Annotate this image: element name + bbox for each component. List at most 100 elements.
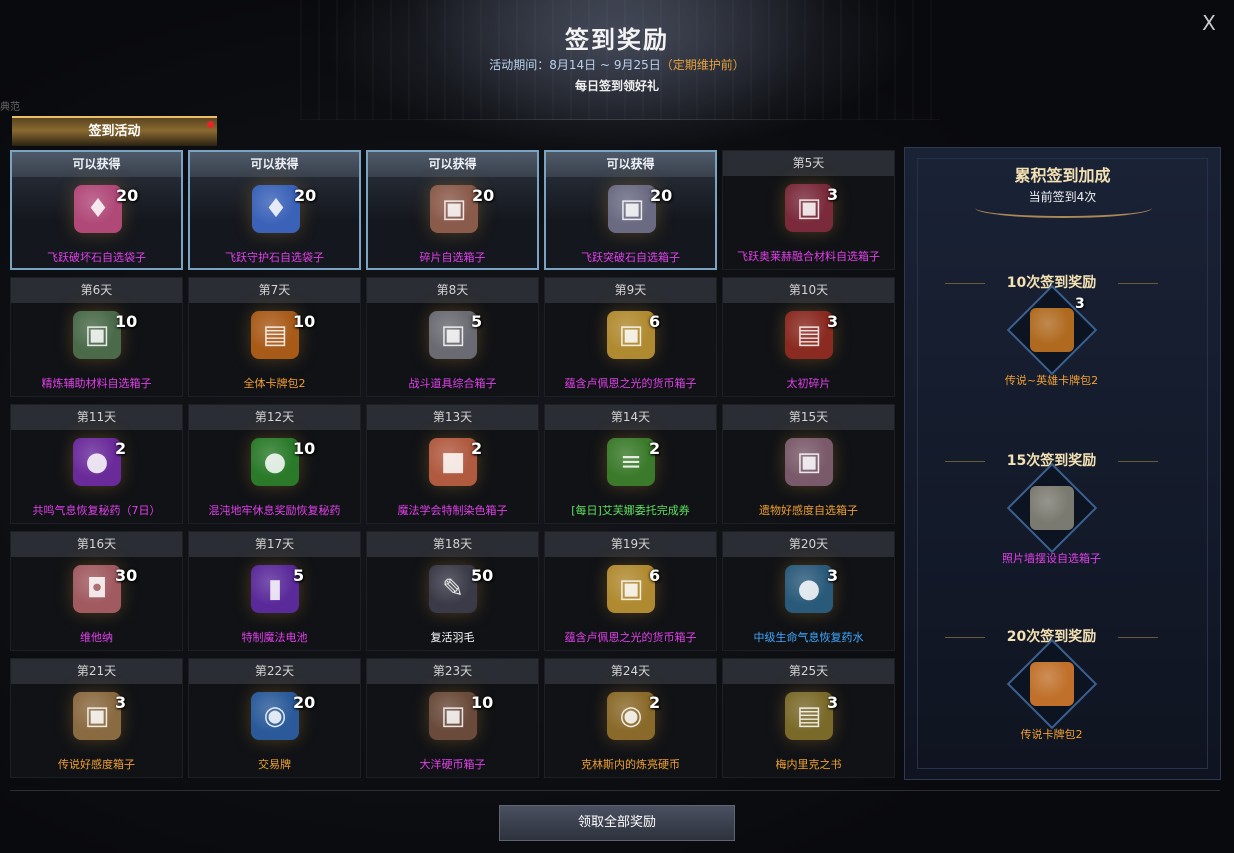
item-name: 特制魔法电池: [241, 631, 308, 644]
chest-heart-icon: ▣: [785, 438, 833, 486]
page-title: 签到奖励: [565, 26, 669, 54]
reward-day-8[interactable]: 第8天 ▣ 5 战斗道具综合箱子: [366, 277, 539, 397]
reward-grid: 可以获得 ♦ 20 飞跃破坏石自选袋子 可以获得 ♦ 20 飞跃守护石自选袋子 可以获得 ▣ 20 碎…: [10, 150, 896, 778]
reward-day-17[interactable]: 第17天 ▮ 5 特制魔法电池: [188, 531, 361, 651]
item-quantity: 3: [827, 566, 839, 585]
day-header: 第16天: [11, 532, 182, 557]
red-chest-icon: ▣: [785, 184, 833, 232]
item-quantity: 10: [293, 312, 316, 331]
blue-token-icon: ◉: [251, 692, 299, 740]
gold-coin-icon: ◉: [607, 692, 655, 740]
item-name: 飞跃破坏石自选袋子: [47, 251, 146, 264]
day-header: 第24天: [545, 659, 716, 684]
day-header: 第7天: [189, 278, 360, 303]
milestone-reward-2[interactable]: 15次签到奖励 照片墙摆设自选箱子: [905, 450, 1198, 566]
edge-text: 典范: [0, 102, 20, 113]
reward-day-6[interactable]: 第6天 ▣ 10 精炼辅助材料自选箱子: [10, 277, 183, 397]
reward-day-9[interactable]: 第9天 ▣ 6 蕴含卢佩恩之光的货币箱子: [544, 277, 717, 397]
reward-day-19[interactable]: 第19天 ▣ 6 蕴含卢佩恩之光的货币箱子: [544, 531, 717, 651]
icon-glyph: ▣: [84, 701, 110, 731]
reward-day-15[interactable]: 第15天 ▣ 遗物好感度自选箱子: [722, 404, 895, 524]
item-name: 中级生命气息恢复药水: [753, 631, 864, 644]
item-name: 维他纳: [80, 631, 113, 644]
icon-glyph: ▣: [441, 194, 467, 224]
day-header: 第12天: [189, 405, 360, 430]
reward-day-20[interactable]: 第20天 ● 3 中级生命气息恢复药水: [722, 531, 895, 651]
reward-day-3[interactable]: 可以获得 ▣ 20 碎片自选箱子: [366, 150, 539, 270]
day-header: 第10天: [723, 278, 894, 303]
icon-glyph: ●: [797, 574, 821, 604]
item-name: 飞跃突破石自选箱子: [581, 251, 680, 264]
reward-day-14[interactable]: 第14天 ≡ 2 [每日]艾芙娜委托完成券: [544, 404, 717, 524]
day-header: 第18天: [367, 532, 538, 557]
item-quantity: 6: [649, 566, 661, 585]
day-header: 第11天: [11, 405, 182, 430]
potion-icon: ●: [73, 438, 121, 486]
item-name: 魔法学会特制染色箱子: [397, 504, 508, 517]
reward-day-7[interactable]: 第7天 ▤ 10 全体卡牌包2: [188, 277, 361, 397]
reward-day-12[interactable]: 第12天 ● 10 混沌地牢休息奖励恢复秘药: [188, 404, 361, 524]
cumulative-panel: 累积签到加成 当前签到4次 10次签到奖励 3 传说~英雄卡牌包2 15次签到奖励 照片…: [904, 147, 1221, 780]
item-quantity: 3: [827, 693, 839, 712]
item-name: 遗物好感度自选箱子: [759, 504, 858, 517]
icon-glyph: ▤: [796, 320, 822, 350]
icon-glyph: ▤: [796, 701, 822, 731]
day-header: 第13天: [367, 405, 538, 430]
day-header: 第25天: [723, 659, 894, 684]
reward-day-2[interactable]: 可以获得 ♦ 20 飞跃守护石自选袋子: [188, 150, 361, 270]
item-quantity: 3: [827, 185, 839, 204]
item-name: 太初碎片: [786, 377, 831, 390]
icon-glyph: ▣: [440, 320, 466, 350]
reward-day-11[interactable]: 第11天 ● 2 共鸣气息恢复秘药（7日）: [10, 404, 183, 524]
pink-bag-icon: ♦: [74, 185, 122, 233]
item-quantity: 30: [115, 566, 138, 585]
milestone-reward-3[interactable]: 20次签到奖励 传说卡牌包2: [905, 626, 1198, 742]
reward-day-10[interactable]: 第10天 ▤ 3 太初碎片: [722, 277, 895, 397]
icon-glyph: ♦: [86, 194, 110, 224]
reward-day-4[interactable]: 可以获得 ▣ 20 飞跃突破石自选箱子: [544, 150, 717, 270]
reward-day-16[interactable]: 第16天 ◘ 30 维他纳: [10, 531, 183, 651]
item-quantity: 2: [115, 439, 127, 458]
reward-day-22[interactable]: 第22天 ◉ 20 交易牌: [188, 658, 361, 778]
icon-glyph: ▣: [796, 193, 822, 223]
reward-day-24[interactable]: 第24天 ◉ 2 克林斯内的炼亮硬币: [544, 658, 717, 778]
close-button[interactable]: X: [1198, 12, 1220, 34]
reward-day-1[interactable]: 可以获得 ♦ 20 飞跃破坏石自选袋子: [10, 150, 183, 270]
day-header: 第23天: [367, 659, 538, 684]
claim-all-button[interactable]: 领取全部奖励: [499, 805, 735, 841]
milestone-reward-1[interactable]: 10次签到奖励 3 传说~英雄卡牌包2: [905, 272, 1198, 388]
title-ornament: [975, 198, 1152, 218]
day-header: 第17天: [189, 532, 360, 557]
day-header: 可以获得: [368, 152, 537, 177]
item-quantity: 3: [827, 312, 839, 331]
green-orb-icon: ●: [251, 438, 299, 486]
gift-box-icon: ■: [429, 438, 477, 486]
item-quantity: 20: [650, 186, 673, 205]
icon-glyph: ●: [85, 447, 109, 477]
icon-glyph: ✎: [442, 574, 464, 604]
tab-checkin[interactable]: 签到活动: [12, 116, 217, 146]
day-header: 第22天: [189, 659, 360, 684]
notification-dot-icon: [207, 121, 214, 128]
reward-day-25[interactable]: 第25天 ▤ 3 梅内里克之书: [722, 658, 895, 778]
icon-glyph: ▣: [618, 320, 644, 350]
icon-glyph: ≡: [620, 447, 642, 477]
book-icon: [1029, 662, 1074, 706]
reward-day-21[interactable]: 第21天 ▣ 3 传说好感度箱子: [10, 658, 183, 778]
item-name: 梅内里克之书: [775, 758, 842, 771]
reward-day-23[interactable]: 第23天 ▣ 10 大洋硬币箱子: [366, 658, 539, 778]
blue-bag-icon: ♦: [252, 185, 300, 233]
item-name: 飞跃守护石自选袋子: [225, 251, 324, 264]
reward-day-13[interactable]: 第13天 ■ 2 魔法学会特制染色箱子: [366, 404, 539, 524]
milestone-frame: [1006, 638, 1097, 730]
day-header: 第6天: [11, 278, 182, 303]
chest-icon: [1029, 486, 1074, 530]
can-icon: ◘: [73, 565, 121, 613]
reward-day-18[interactable]: 第18天 ✎ 50 复活羽毛: [366, 531, 539, 651]
chest-icon: ▣: [429, 311, 477, 359]
item-quantity: 20: [472, 186, 495, 205]
reward-day-5[interactable]: 第5天 ▣ 3 飞跃奥莱赫融合材料自选箱子: [722, 150, 895, 270]
icon-glyph: ▣: [618, 574, 644, 604]
cumulative-title: 累积签到加成: [1014, 166, 1111, 185]
icon-glyph: ▤: [262, 320, 288, 350]
